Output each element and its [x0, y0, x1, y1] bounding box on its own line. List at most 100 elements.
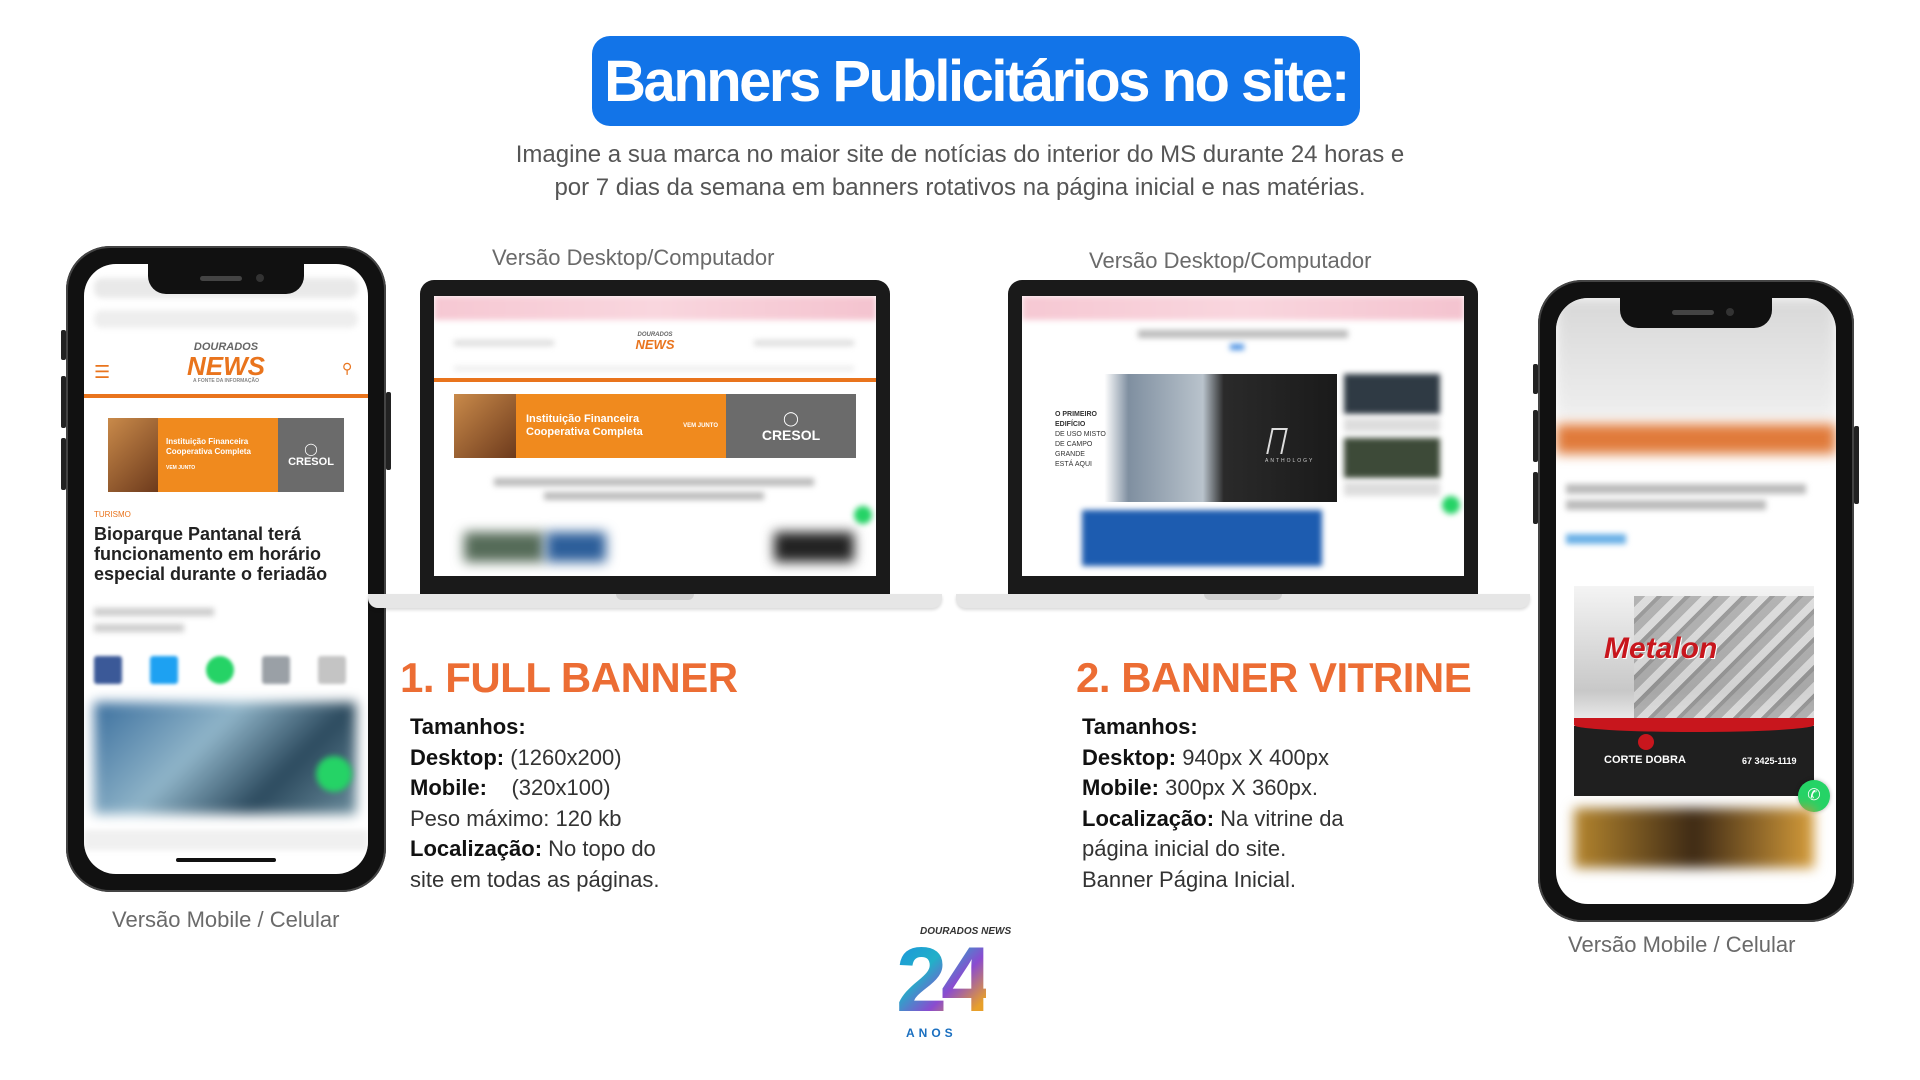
ad-text-line-2: Cooperativa Completa — [166, 447, 251, 456]
anniversary-number: 24 — [896, 929, 992, 1031]
location-value: No topo do — [542, 836, 656, 861]
phone-side-button — [61, 376, 66, 428]
twitter-icon[interactable] — [150, 656, 178, 684]
page-title-text: Banners Publicitários no site: — [604, 48, 1350, 114]
phone-side-button — [1533, 364, 1538, 394]
topbar-info — [454, 340, 554, 346]
phone-screen-right: Metalon CORTE DOBRA 67 3425-1119 ✆ — [1556, 298, 1836, 904]
laptop-mockup-left: DOURADOS NEWS Instituição Financeira Coo… — [420, 280, 890, 594]
vitrine-banner-heading: 2. BANNER VITRINE — [1076, 654, 1472, 701]
vitrine-banner-mobile[interactable]: Metalon CORTE DOBRA 67 3425-1119 — [1574, 586, 1814, 796]
vitrine-ad-line: GRANDE — [1055, 451, 1085, 458]
whatsapp-icon[interactable] — [206, 656, 234, 684]
site-logo-main: NEWS — [187, 351, 265, 381]
ad-store-name: CORTE DOBRA — [1604, 754, 1686, 766]
full-banner-heading: 1. FULL BANNER — [400, 654, 738, 701]
location-line-2: site em todas as páginas. — [410, 866, 660, 892]
ad-text-block: Instituição Financeira Cooperativa Compl… — [516, 394, 726, 458]
whatsapp-float-icon[interactable] — [1442, 496, 1460, 514]
site-nav — [454, 366, 854, 371]
phone-side-button — [61, 438, 66, 490]
ad-text-line-1: Instituição Financeira — [526, 413, 640, 425]
page-subtitle: Imagine a sua marca no maior site de not… — [430, 138, 1490, 204]
desktop-label: Desktop: — [1082, 744, 1177, 770]
vitrine-ad-line: DE USO MISTO — [1055, 431, 1106, 438]
metalon-logo: Metalon — [1604, 632, 1718, 665]
lower-banner-blur — [1082, 510, 1322, 566]
headline-blur — [1566, 484, 1806, 494]
vitrine-ad-line: DE CAMPO — [1055, 441, 1093, 448]
phone-mockup-right: Metalon CORTE DOBRA 67 3425-1119 ✆ — [1533, 280, 1859, 922]
search-icon[interactable]: ⚲ — [342, 360, 352, 377]
site-logo-main: NEWS — [635, 337, 675, 352]
share-icons-blur — [1566, 534, 1626, 544]
full-banner-mobile[interactable]: Instituição Financeira Cooperativa Compl… — [108, 418, 344, 492]
sizes-label: Tamanhos: — [1082, 714, 1198, 739]
ad-brand: CRESOL — [288, 456, 334, 468]
phone-mockup-left: ☰ DOURADOS NEWS A FONTE DA INFORMAÇÃO ⚲ … — [61, 246, 391, 892]
browser-tabs — [1022, 296, 1464, 320]
side-news-image — [1344, 438, 1440, 478]
ad-brand-block: ◯ CRESOL — [278, 418, 344, 492]
ad-text-line-2: Cooperativa Completa — [526, 426, 643, 438]
location-label: Localização: — [410, 836, 543, 861]
ad-small-text: VEM JUNTO — [166, 465, 196, 471]
desktop-label: Desktop: — [410, 744, 505, 770]
thumb-image — [464, 532, 544, 562]
header-orange-line — [84, 394, 368, 398]
menu-icon[interactable]: ☰ — [94, 362, 110, 383]
full-banner-desktop[interactable]: Instituição Financeira Cooperativa Compl… — [454, 394, 856, 458]
comment-icon[interactable] — [262, 656, 290, 684]
full-banner-specs: Tamanhos: Desktop: (1260x200) Mobile: (3… — [410, 712, 659, 895]
desktop-size: (1260x200) — [504, 744, 622, 770]
anniversary-logo: DOURADOS NEWS 24 ANOS — [894, 926, 1034, 1046]
subtitle-line-2: por 7 dias da semana em banners rotativo… — [554, 174, 1366, 201]
ad-text-line-1: Instituição Financeira — [166, 437, 249, 446]
whatsapp-float-icon[interactable] — [854, 506, 872, 524]
vitrine-banner-desktop[interactable]: O PRIMEIRO EDIFÍCIO DE USO MISTO DE CAMP… — [1039, 374, 1337, 502]
laptop-screen-right: O PRIMEIRO EDIFÍCIO DE USO MISTO DE CAMP… — [1022, 296, 1464, 576]
laptop-mockup-right: O PRIMEIRO EDIFÍCIO DE USO MISTO DE CAMP… — [1008, 280, 1478, 594]
browser-toolbar — [84, 830, 368, 850]
blurred-lower-ad — [1574, 808, 1814, 868]
article-image — [94, 702, 356, 814]
location-line-3: Banner Página Inicial. — [1082, 866, 1297, 892]
ad-text-block: Instituição Financeira Cooperativa Compl… — [158, 418, 278, 492]
ad-brand: CRESOL — [761, 426, 821, 443]
vitrine-ad-line: O PRIMEIRO — [1055, 411, 1098, 418]
subtitle-line-1: Imagine a sua marca no maior site de not… — [515, 141, 1405, 168]
ad-photo — [454, 394, 516, 458]
desktop-caption-left: Versão Desktop/Computador — [492, 245, 775, 270]
laptop-screen-left: DOURADOS NEWS Instituição Financeira Coo… — [434, 296, 876, 576]
site-logo: DOURADOS NEWS A FONTE DA INFORMAÇÃO — [176, 342, 276, 384]
dot-blur — [1230, 344, 1244, 350]
thumb-image — [774, 532, 854, 562]
side-news-text — [1344, 418, 1440, 432]
blurred-header — [1556, 424, 1836, 454]
phone-screen-left: ☰ DOURADOS NEWS A FONTE DA INFORMAÇÃO ⚲ … — [84, 264, 368, 874]
headline-blur — [544, 492, 764, 500]
vitrine-ad-text: O PRIMEIRO EDIFÍCIO DE USO MISTO DE CAMP… — [1055, 410, 1106, 470]
side-news-text — [1344, 482, 1440, 496]
vitrine-brand: ANTHOLOGY — [1265, 458, 1315, 464]
article-title[interactable]: Bioparque Pantanal terá funcionamento em… — [94, 524, 356, 584]
phone-side-button — [1533, 472, 1538, 524]
ad-small-text: VEM JUNTO — [683, 422, 718, 429]
thumb-image — [546, 532, 606, 562]
headline-blur — [1138, 330, 1348, 338]
print-icon[interactable] — [318, 656, 346, 684]
browser-tabs — [434, 296, 876, 320]
anthology-logo-icon — [1266, 428, 1288, 454]
whatsapp-float-icon[interactable] — [316, 756, 352, 792]
location-label: Localização: — [1082, 805, 1215, 831]
topbar-social — [754, 340, 854, 346]
site-logo-desktop: DOURADOS NEWS — [630, 332, 680, 351]
desktop-caption-right: Versão Desktop/Computador — [1089, 248, 1372, 273]
location-value: Na vitrine da — [1214, 805, 1344, 831]
phone-side-button — [1854, 426, 1859, 504]
facebook-icon[interactable] — [94, 656, 122, 684]
mobile-caption-left: Versão Mobile / Celular — [112, 907, 340, 932]
ad-photo — [108, 418, 158, 492]
home-indicator — [176, 858, 276, 862]
mobile-size: 300px X 360px. — [1159, 775, 1319, 800]
